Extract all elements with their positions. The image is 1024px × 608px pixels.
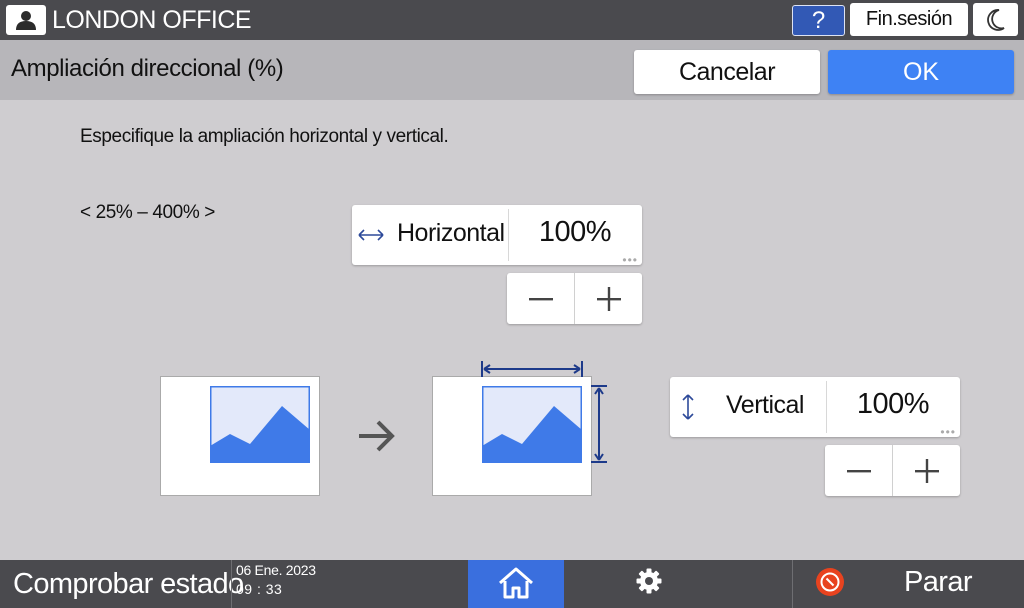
home-icon [499,567,533,599]
horizontal-increase-button[interactable] [575,273,642,324]
user-icon [16,11,36,30]
minus-icon [847,470,871,473]
original-paper-illustration [160,376,320,496]
horizontal-value[interactable]: 100% [508,216,642,249]
plus-icon [915,459,939,483]
settings-button[interactable] [600,560,696,608]
energy-saver-button[interactable] [973,3,1018,36]
vertical-stepper [825,445,960,496]
instruction-text: Especifique la ampliación horizontal y v… [80,126,449,147]
title-bar: Ampliación direccional (%) Cancelar OK [0,40,1024,100]
horizontal-stepper [507,273,642,324]
top-bar: LONDON OFFICE ? Fin.sesión [0,0,1024,40]
horizontal-arrows-icon [358,229,384,241]
more-dots-icon: ••• [940,425,956,439]
cancel-button[interactable]: Cancelar [634,50,820,94]
vertical-arrows-icon [682,394,694,420]
image-icon [210,386,310,463]
arrow-right-icon [359,420,395,452]
horizontal-label: Horizontal [397,219,505,247]
bottom-bar: Comprobar estado 06 Ene. 2023 09 : 33 Pa… [0,560,1024,608]
vertical-field[interactable]: Vertical 100% ••• [670,377,960,439]
footer-divider [231,560,232,608]
time-text: 09 : 33 [236,581,283,597]
date-text: 06 Ene. 2023 [236,562,316,578]
office-name: LONDON OFFICE [52,6,252,34]
ok-button[interactable]: OK [828,50,1014,94]
horizontal-field[interactable]: Horizontal 100% ••• [352,205,642,267]
minus-icon [529,298,553,301]
gear-icon [636,568,662,594]
more-dots-icon: ••• [622,253,638,267]
stop-label: Parar [904,566,973,598]
vertical-increase-button[interactable] [893,445,960,496]
horizontal-dimension-icon [481,361,583,377]
logout-button[interactable]: Fin.sesión [850,3,968,36]
user-button[interactable] [6,5,46,35]
vertical-dimension-icon [591,385,607,463]
image-icon [482,386,582,463]
vertical-value[interactable]: 100% [826,388,960,421]
page-title: Ampliación direccional (%) [11,55,284,82]
vertical-label: Vertical [726,391,804,419]
check-status-button[interactable]: Comprobar estado [13,568,244,600]
stop-icon [816,568,844,596]
home-button[interactable] [468,560,564,608]
result-paper-illustration [432,376,592,496]
moon-icon [987,9,1005,31]
horizontal-decrease-button[interactable] [507,273,574,324]
range-text: < 25% – 400% > [80,202,215,223]
plus-icon [597,287,621,311]
vertical-decrease-button[interactable] [825,445,892,496]
help-button[interactable]: ? [792,5,845,36]
